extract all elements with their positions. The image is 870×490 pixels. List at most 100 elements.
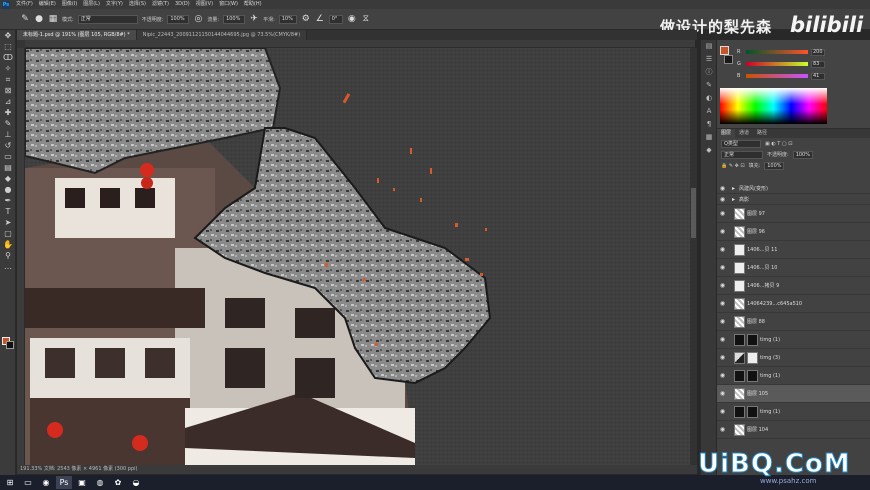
brush-panel-icon[interactable]: ✎ xyxy=(701,79,717,92)
pen-icon[interactable]: ✒ xyxy=(0,195,16,206)
layer-row[interactable]: ◉ timg (1) xyxy=(717,403,870,421)
layer-thumbnail[interactable] xyxy=(734,369,745,382)
menu-file[interactable]: 文件(F) xyxy=(13,0,36,9)
eye-icon[interactable]: ◉ xyxy=(717,228,728,235)
layer-mask-thumbnail[interactable] xyxy=(747,333,758,346)
angle-field[interactable]: 0° xyxy=(328,14,343,24)
menu-3d[interactable]: 3D(D) xyxy=(172,0,193,9)
lock-icons[interactable]: 🔒 ✎ ✥ ⊡ xyxy=(721,163,745,169)
frame-icon[interactable]: ⊠ xyxy=(0,85,16,96)
mode-select[interactable]: 正常 xyxy=(77,14,138,24)
folder-icon[interactable]: ▸ xyxy=(728,196,739,203)
layer-row[interactable]: ◉ 图层 105 xyxy=(717,385,870,403)
smooth-field[interactable]: 10% xyxy=(278,14,297,24)
layer-thumbnail[interactable] xyxy=(734,405,745,418)
wechat-icon[interactable]: ◒ xyxy=(128,476,144,489)
layer-group[interactable]: ◉ ▸ 高影 xyxy=(717,194,870,205)
styles-panel-icon[interactable]: ◆ xyxy=(701,144,717,157)
zoom-icon[interactable]: ⚲ xyxy=(0,250,16,261)
file-explorer-icon[interactable]: ▭ xyxy=(20,476,36,489)
swatches-panel-icon[interactable]: ▦ xyxy=(701,131,717,144)
history-panel-icon[interactable]: ▤ xyxy=(701,40,717,53)
panel-background-swatch[interactable] xyxy=(724,55,733,64)
layer-group[interactable]: ◉ ▸ 风建风(变形) xyxy=(717,183,870,194)
layer-thumbnail[interactable] xyxy=(734,207,745,220)
layer-row[interactable]: ◉ 14064239...c645a510 xyxy=(717,295,870,313)
layer-thumbnail[interactable] xyxy=(734,351,745,364)
menu-filter[interactable]: 滤镜(T) xyxy=(149,0,172,9)
app-icon-4[interactable]: ▣ xyxy=(74,476,90,489)
start-icon[interactable]: ⊞ xyxy=(2,476,18,489)
more-tools-icon[interactable]: … xyxy=(0,261,16,272)
layer-mask-thumbnail[interactable] xyxy=(747,369,758,382)
layer-opacity-field[interactable]: 100% xyxy=(792,150,813,159)
lasso-icon[interactable]: ↀ xyxy=(0,52,16,63)
eye-icon[interactable]: ◉ xyxy=(717,300,728,307)
layer-kind-filter[interactable]: Q类型 xyxy=(721,139,761,148)
opacity-field[interactable]: 100% xyxy=(167,14,190,24)
app-icon-5[interactable]: ◍ xyxy=(92,476,108,489)
symmetry-icon[interactable]: ⧖ xyxy=(361,14,371,24)
canvas-scrollbar[interactable] xyxy=(690,48,697,465)
eye-icon[interactable]: ◉ xyxy=(717,372,728,379)
shape-icon[interactable]: ▢ xyxy=(0,228,16,239)
layer-thumbnail[interactable] xyxy=(734,297,745,310)
g-slider-bar[interactable] xyxy=(746,62,808,66)
menu-layer[interactable]: 图层(L) xyxy=(80,0,103,9)
slider-r[interactable]: R 200 xyxy=(737,48,825,56)
crop-icon[interactable]: ⌗ xyxy=(0,74,16,85)
paragraph-panel-icon[interactable]: ¶ xyxy=(701,118,717,131)
brush-icon[interactable]: ✎ xyxy=(0,118,16,129)
type-icon[interactable]: T xyxy=(0,206,16,217)
menu-window[interactable]: 窗口(W) xyxy=(216,0,241,9)
chrome-icon[interactable]: ◉ xyxy=(38,476,54,489)
layer-row[interactable]: ◉ 1406...贝 10 xyxy=(717,259,870,277)
layer-thumbnail[interactable] xyxy=(734,315,745,328)
eye-icon[interactable]: ◉ xyxy=(717,336,728,343)
healing-icon[interactable]: ✚ xyxy=(0,107,16,118)
menu-edit[interactable]: 编辑(E) xyxy=(36,0,59,9)
brush-preset-icon[interactable]: ✎ xyxy=(20,14,30,24)
filter-icons[interactable]: ▣ ◐ T ▢ ⊡ xyxy=(765,141,792,147)
brush-panel-icon[interactable]: ▦ xyxy=(48,14,58,24)
eye-icon[interactable]: ◉ xyxy=(717,264,728,271)
layer-row[interactable]: ◉ timg (1) xyxy=(717,367,870,385)
eye-icon[interactable]: ◉ xyxy=(717,282,728,289)
eraser-icon[interactable]: ▭ xyxy=(0,151,16,162)
menu-view[interactable]: 视图(V) xyxy=(193,0,216,9)
g-value-field[interactable]: 83 xyxy=(811,60,825,68)
character-panel-icon[interactable]: A xyxy=(701,105,717,118)
info-panel-icon[interactable]: ⓘ xyxy=(701,66,717,79)
layer-row[interactable]: ◉ 1406...拷贝 9 xyxy=(717,277,870,295)
flow-field[interactable]: 100% xyxy=(223,14,246,24)
smooth-settings-icon[interactable]: ⚙ xyxy=(301,14,311,24)
layer-row[interactable]: ◉ 图层 88 xyxy=(717,313,870,331)
layer-row[interactable]: ◉ timg (3) xyxy=(717,349,870,367)
airbrush-icon[interactable]: ✈ xyxy=(249,14,259,24)
layer-thumbnail[interactable] xyxy=(734,225,745,238)
move-icon[interactable]: ✥ xyxy=(0,30,16,41)
tab-paths[interactable]: 路径 xyxy=(753,129,771,138)
photoshop-taskbar-icon[interactable]: Ps xyxy=(56,476,72,489)
adjustments-panel-icon[interactable]: ◐ xyxy=(701,92,717,105)
gradient-icon[interactable]: ▤ xyxy=(0,162,16,173)
layer-thumbnail[interactable] xyxy=(734,243,745,256)
tab-document-2[interactable]: Nipic_22443_20091121150144044695.jpg @ 7… xyxy=(136,30,308,40)
document-canvas[interactable] xyxy=(25,48,690,465)
panel-foreground-swatch[interactable] xyxy=(720,46,729,55)
menu-select[interactable]: 选择(S) xyxy=(126,0,149,9)
b-value-field[interactable]: 41 xyxy=(811,72,825,80)
layer-thumbnail[interactable] xyxy=(734,387,745,400)
menu-image[interactable]: 图像(I) xyxy=(59,0,80,9)
background-color-swatch[interactable] xyxy=(6,341,14,349)
eye-icon[interactable]: ◉ xyxy=(717,318,728,325)
layer-row[interactable]: ◉ 图层 97 xyxy=(717,205,870,223)
layer-row[interactable]: ◉ timg (1) xyxy=(717,331,870,349)
fill-field[interactable]: 100% xyxy=(764,161,785,170)
pressure-opacity-icon[interactable]: ◎ xyxy=(193,14,203,24)
eye-icon[interactable]: ◉ xyxy=(717,354,728,361)
brush-settings-icon[interactable]: ● xyxy=(34,14,44,24)
app-icon-6[interactable]: ✿ xyxy=(110,476,126,489)
angle-icon[interactable]: ∠ xyxy=(315,14,325,24)
slider-g[interactable]: G 83 xyxy=(737,60,825,68)
